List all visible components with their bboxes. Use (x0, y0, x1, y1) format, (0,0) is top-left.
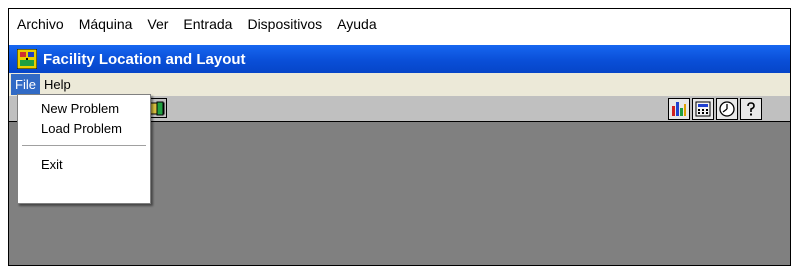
window-title: Facility Location and Layout (43, 50, 246, 68)
help-button[interactable] (740, 98, 762, 120)
file-menu-dropdown: New Problem Load Problem Exit (17, 94, 151, 204)
host-menu-ver[interactable]: Ver (147, 16, 168, 32)
menu-help[interactable]: Help (40, 74, 75, 95)
host-menu-archivo[interactable]: Archivo (17, 16, 64, 32)
host-menu-maquina[interactable]: Máquina (79, 16, 133, 32)
host-menu-dispositivos[interactable]: Dispositivos (247, 16, 322, 32)
app-icon (16, 48, 38, 70)
menu-item-new-problem[interactable]: New Problem (18, 99, 150, 119)
clock-icon (719, 101, 735, 117)
app-menu-bar: File Help (9, 73, 790, 96)
host-menu-ayuda[interactable]: Ayuda (337, 16, 376, 32)
menu-file[interactable]: File (11, 74, 40, 95)
host-menu-bar: Archivo Máquina Ver Entrada Dispositivos… (9, 9, 790, 39)
bar-chart-icon (672, 102, 686, 116)
clock-button[interactable] (716, 98, 738, 120)
help-icon (747, 102, 755, 116)
menu-separator (22, 145, 146, 147)
calculator-button[interactable] (692, 98, 714, 120)
chart-button[interactable] (668, 98, 690, 120)
menu-item-exit[interactable]: Exit (18, 155, 150, 175)
host-menu-entrada[interactable]: Entrada (183, 16, 232, 32)
virtual-machine-window: Archivo Máquina Ver Entrada Dispositivos… (8, 8, 791, 266)
menu-item-load-problem[interactable]: Load Problem (18, 119, 150, 139)
title-bar[interactable]: Facility Location and Layout (9, 45, 790, 73)
calculator-icon (695, 101, 711, 117)
